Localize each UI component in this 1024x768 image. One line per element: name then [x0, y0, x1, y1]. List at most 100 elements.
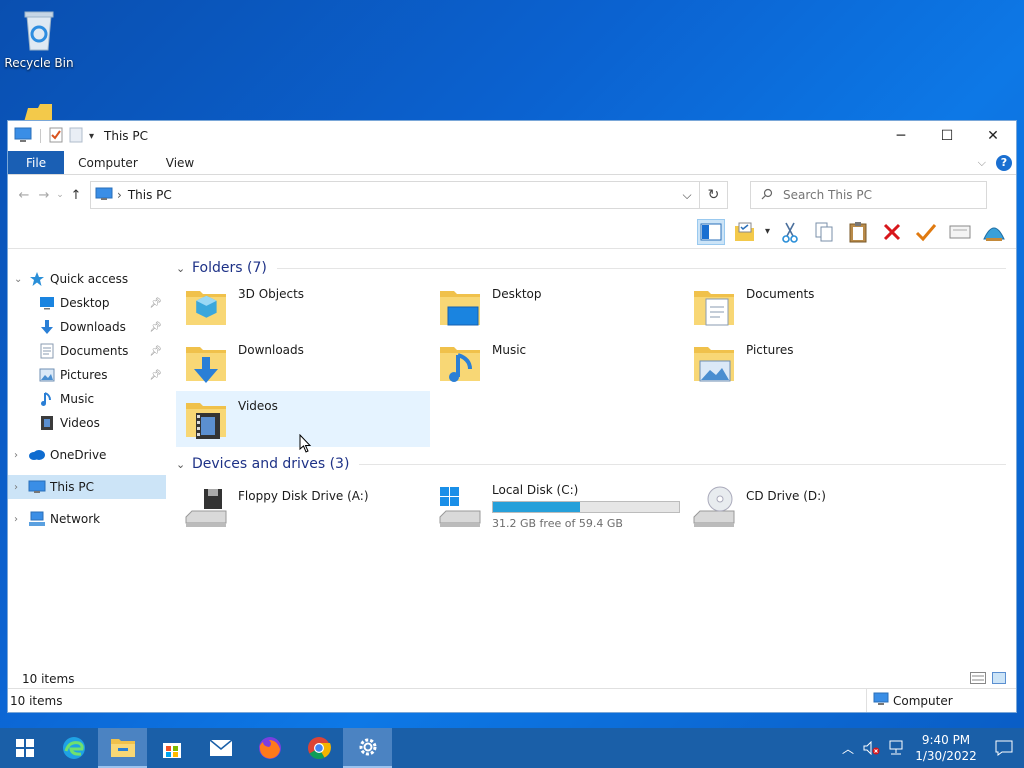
minimize-button[interactable]: ─ — [878, 121, 924, 151]
action-center-button[interactable] — [984, 740, 1024, 756]
customize-qat-chevron-icon[interactable]: ▾ — [89, 131, 94, 142]
taskbar: ︿ 9:40 PM 1/30/2022 — [0, 728, 1024, 768]
expand-ribbon-chevron-icon[interactable]: ⌵ — [978, 156, 986, 170]
drives-grid: Floppy Disk Drive (A:) Local Disk (C:) 3… — [176, 477, 1016, 537]
sidebar-item-videos[interactable]: Videos — [8, 411, 166, 435]
expand-chevron-icon[interactable]: › — [14, 450, 26, 461]
show-hidden-icons-chevron-icon[interactable]: ︿ — [836, 740, 860, 757]
delete-button[interactable] — [878, 219, 906, 245]
sidebar-item-label: Videos — [60, 416, 100, 430]
folder-pictures[interactable]: Pictures — [684, 335, 938, 391]
properties-dropdown-chevron-icon[interactable]: ▾ — [765, 226, 770, 237]
sidebar-item-label: Quick access — [50, 272, 129, 286]
sidebar-item-downloads[interactable]: Downloads 📌︎ — [8, 315, 166, 339]
details-view-icon[interactable] — [970, 671, 986, 687]
pin-icon: 📌︎ — [149, 297, 162, 309]
drive-local-c[interactable]: Local Disk (C:) 31.2 GB free of 59.4 GB — [430, 477, 684, 537]
status-item-count: 10 items — [10, 693, 63, 708]
sidebar-item-network[interactable]: › Network — [8, 507, 166, 531]
tab-computer[interactable]: Computer — [64, 151, 152, 174]
large-icons-view-icon[interactable] — [992, 671, 1006, 687]
map-drive-button[interactable] — [946, 219, 974, 245]
network-shell-button[interactable] — [980, 219, 1008, 245]
collapse-chevron-icon[interactable]: ⌄ — [14, 274, 26, 285]
breadcrumb-separator-icon[interactable]: › — [117, 188, 122, 202]
drive-floppy-a[interactable]: Floppy Disk Drive (A:) — [176, 477, 430, 537]
up-button[interactable]: ↑ — [66, 183, 86, 207]
edge-icon — [62, 737, 85, 759]
sidebar-item-quick-access[interactable]: ⌄ Quick access — [8, 267, 166, 291]
item-count: 10 items — [22, 672, 75, 686]
document-icon — [38, 343, 56, 359]
cd-drive-icon — [693, 486, 735, 527]
clock-date: 1/30/2022 — [915, 749, 977, 763]
close-button[interactable]: ✕ — [970, 121, 1016, 151]
folder-downloads[interactable]: Downloads — [176, 335, 430, 391]
group-collapse-chevron-icon[interactable]: ⌄ — [176, 458, 192, 471]
notification-icon — [995, 740, 1013, 756]
taskbar-chrome[interactable] — [294, 728, 343, 768]
sidebar-item-documents[interactable]: Documents 📌︎ — [8, 339, 166, 363]
folders-group-header[interactable]: ⌄ Folders (7) — [176, 257, 1016, 279]
start-button[interactable] — [0, 728, 49, 768]
firefox-icon — [258, 737, 281, 759]
preview-pane-button[interactable] — [696, 218, 725, 245]
taskbar-file-explorer[interactable] — [98, 728, 147, 768]
folder-desktop[interactable]: Desktop — [430, 279, 684, 335]
address-history-chevron-icon[interactable]: ⌵ — [675, 188, 699, 203]
network-icon — [28, 511, 46, 527]
folder-3d-objects[interactable]: 3D Objects — [176, 279, 430, 335]
taskbar-firefox[interactable] — [245, 728, 294, 768]
sidebar-item-pictures[interactable]: Pictures 📌︎ — [8, 363, 166, 387]
refresh-button[interactable]: ↻ — [700, 181, 728, 209]
help-button[interactable]: ? — [996, 154, 1012, 171]
command-toolbar: ▾ — [8, 215, 1016, 249]
search-input[interactable] — [783, 188, 963, 202]
taskbar-clock[interactable]: 9:40 PM 1/30/2022 — [908, 732, 984, 764]
search-box[interactable] — [750, 181, 987, 209]
recent-locations-button[interactable]: ⌄ — [54, 183, 66, 207]
new-folder-icon[interactable] — [69, 127, 83, 146]
computer-icon — [14, 127, 32, 146]
cut-button[interactable] — [776, 219, 804, 245]
folder-music[interactable]: Music — [430, 335, 684, 391]
taskbar-mail[interactable] — [196, 728, 245, 768]
sidebar-item-onedrive[interactable]: › OneDrive — [8, 443, 166, 467]
taskbar-settings[interactable] — [343, 728, 392, 768]
sidebar-item-desktop[interactable]: Desktop 📌︎ — [8, 291, 166, 315]
folder-documents[interactable]: Documents — [684, 279, 938, 335]
speaker-muted-icon[interactable] — [860, 741, 884, 755]
pin-icon: 📌︎ — [149, 369, 162, 381]
delete-x-icon — [883, 223, 901, 240]
taskbar-edge[interactable] — [49, 728, 98, 768]
tab-file[interactable]: File — [8, 151, 65, 174]
copy-button[interactable] — [810, 219, 838, 245]
drive-label: CD Drive (D:) — [746, 489, 826, 503]
address-bar[interactable]: › This PC ⌵ — [90, 181, 700, 209]
taskbar-store[interactable] — [147, 728, 196, 768]
properties-icon[interactable] — [49, 127, 63, 146]
sidebar-item-this-pc[interactable]: › This PC — [8, 475, 166, 499]
properties-button[interactable] — [731, 219, 759, 245]
download-arrow-icon — [38, 319, 56, 335]
maximize-button[interactable]: ☐ — [924, 121, 970, 151]
paste-button[interactable] — [844, 219, 872, 245]
back-button[interactable]: ← — [14, 183, 34, 207]
group-collapse-chevron-icon[interactable]: ⌄ — [176, 262, 192, 275]
recycle-bin-desktop-icon[interactable]: Recycle Bin — [4, 8, 74, 70]
expand-chevron-icon[interactable]: › — [14, 514, 26, 525]
mouse-cursor-icon — [299, 434, 312, 453]
drive-label: Floppy Disk Drive (A:) — [238, 489, 369, 503]
forward-button[interactable]: → — [34, 183, 54, 207]
quick-access-toolbar: ▾ — [14, 127, 94, 146]
breadcrumb-this-pc[interactable]: This PC — [128, 188, 172, 202]
sidebar-item-label: Music — [60, 392, 95, 406]
drive-cd-d[interactable]: CD Drive (D:) — [684, 477, 938, 537]
title-bar[interactable]: ▾ This PC ─ ☐ ✕ — [8, 121, 1016, 151]
drives-group-header[interactable]: ⌄ Devices and drives (3) — [176, 453, 1016, 475]
expand-chevron-icon[interactable]: › — [14, 482, 26, 493]
network-status-icon[interactable] — [884, 740, 908, 756]
tab-view[interactable]: View — [152, 151, 208, 174]
sidebar-item-music[interactable]: Music — [8, 387, 166, 411]
rename-button[interactable] — [912, 219, 940, 245]
